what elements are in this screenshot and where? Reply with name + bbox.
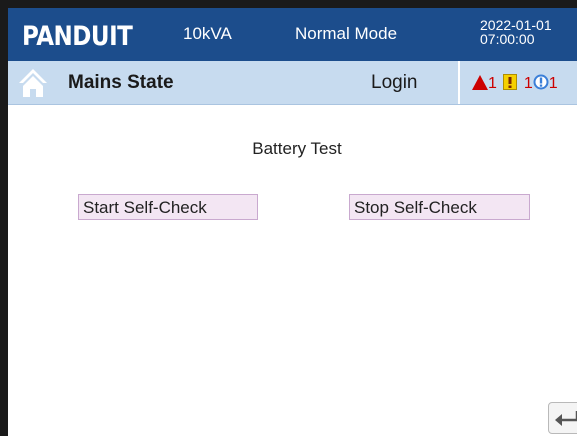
section-title: Battery Test (252, 139, 342, 158)
datetime-display: 2022-01-01 07:00:00 (480, 18, 552, 46)
home-icon[interactable] (18, 68, 48, 98)
back-button[interactable] (548, 402, 577, 434)
status-top-bar: PANDUIT 10kVA Normal Mode 2022-01-01 07:… (8, 8, 577, 61)
info-circle-icon (533, 74, 549, 90)
warning-alarm-indicator[interactable] (503, 74, 518, 93)
critical-alarm-count: 1 (488, 74, 497, 92)
operating-mode-label: Normal Mode (295, 24, 398, 43)
stop-self-check-button[interactable]: Stop Self-Check (349, 194, 530, 220)
exclamation-square-icon (503, 74, 518, 90)
warning-alarm-count: 1 (523, 75, 533, 92)
login-button[interactable]: Login (371, 72, 418, 94)
critical-alarm-indicator[interactable]: 1 (472, 74, 497, 93)
navigation-bar: Mains State Login 1 1 1 (8, 61, 577, 105)
date-text: 2022-01-01 (480, 17, 552, 33)
time-text: 07:00:00 (480, 31, 535, 47)
alarm-summary[interactable]: 1 1 1 (472, 74, 560, 94)
warning-triangle-icon (472, 74, 488, 90)
info-alarm-count: 1 (548, 75, 558, 92)
page-title: Mains State (68, 72, 174, 93)
back-arrow-icon (555, 411, 577, 426)
navbar-divider (458, 61, 460, 104)
capacity-label: 10kVA (183, 24, 232, 43)
start-self-check-button[interactable]: Start Self-Check (78, 194, 258, 220)
brand-logo: PANDUIT (22, 22, 133, 52)
ups-display-screen: PANDUIT 10kVA Normal Mode 2022-01-01 07:… (8, 8, 577, 436)
info-alarm-indicator[interactable]: 1 1 (524, 74, 558, 93)
